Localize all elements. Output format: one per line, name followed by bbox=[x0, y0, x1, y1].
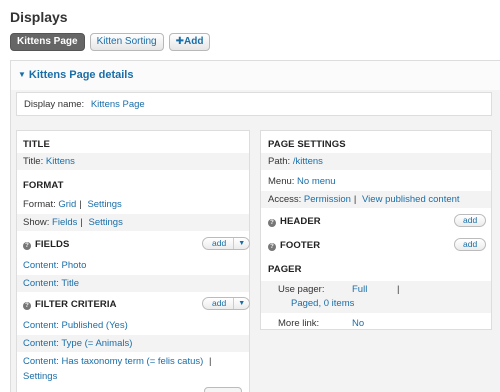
field-photo-link[interactable]: Content: Photo bbox=[23, 260, 86, 271]
page-settings-heading: PAGE SETTINGS bbox=[268, 139, 346, 150]
title-row: Title: Kittens bbox=[17, 153, 249, 170]
filter-published-link[interactable]: Content: Published (Yes) bbox=[23, 320, 128, 331]
add-display-button[interactable]: ✚Add bbox=[168, 33, 211, 51]
filter-taxonomy-link[interactable]: Content: Has taxonomy term (= felis catu… bbox=[23, 356, 203, 367]
access-published-link[interactable]: View published content bbox=[362, 194, 460, 205]
format-heading: FORMAT bbox=[23, 180, 64, 191]
access-permission-link[interactable]: Permission bbox=[304, 194, 351, 205]
format-grid-link[interactable]: Grid bbox=[58, 199, 76, 210]
show-settings-link[interactable]: Settings bbox=[89, 217, 123, 228]
filter-heading: ? FILTER CRITERIA bbox=[23, 299, 117, 310]
footer-add-button[interactable]: add bbox=[454, 238, 487, 251]
list-item: Content: Published (Yes) bbox=[23, 320, 128, 331]
partial-add-button[interactable] bbox=[204, 387, 242, 392]
chevron-down-icon[interactable]: ▼ bbox=[233, 298, 249, 309]
more-link-value-wrap: No bbox=[352, 318, 364, 329]
format-row: Format: Grid | Settings bbox=[23, 199, 122, 210]
use-pager-label: Use pager: bbox=[278, 284, 325, 295]
fields-heading: ? FIELDS bbox=[23, 239, 69, 250]
menu-label: Menu: bbox=[268, 176, 295, 187]
footer-add-label: add bbox=[463, 239, 478, 249]
show-row: Show: Fields | Settings bbox=[17, 214, 249, 231]
tab-kittens-page[interactable]: Kittens Page bbox=[10, 33, 85, 51]
list-item: Content: Type (= Animals) bbox=[17, 335, 249, 352]
triangle-down-icon: ▼ bbox=[18, 70, 26, 79]
format-label: Format: bbox=[23, 199, 56, 210]
filter-settings-link[interactable]: Settings bbox=[23, 371, 57, 382]
display-name-link[interactable]: Kittens Page bbox=[91, 99, 145, 110]
page-title: Displays bbox=[10, 9, 68, 25]
question-icon[interactable]: ? bbox=[268, 243, 276, 251]
more-link-value[interactable]: No bbox=[352, 318, 364, 329]
tab-kitten-sorting[interactable]: Kitten Sorting bbox=[89, 33, 164, 51]
field-title-link[interactable]: Content: Title bbox=[23, 278, 79, 289]
filter-type-link[interactable]: Content: Type (= Animals) bbox=[23, 338, 132, 349]
details-toggle[interactable]: ▼ Kittens Page details bbox=[18, 69, 133, 81]
access-label: Access: bbox=[268, 194, 302, 205]
format-settings-link[interactable]: Settings bbox=[87, 199, 121, 210]
add-display-label: Add bbox=[184, 36, 204, 47]
header-add-label: add bbox=[463, 215, 478, 225]
fields-add-label: add bbox=[212, 238, 227, 248]
footer-heading-text: FOOTER bbox=[280, 240, 321, 251]
menu-link[interactable]: No menu bbox=[297, 176, 336, 187]
use-pager-row: Use pager: Full | Paged, 0 items bbox=[261, 281, 491, 313]
use-pager-full-link[interactable]: Full bbox=[352, 284, 367, 295]
plus-icon: ✚ bbox=[175, 36, 185, 47]
path-label: Path: bbox=[268, 156, 291, 167]
header-heading-text: HEADER bbox=[280, 216, 321, 227]
pager-heading: PAGER bbox=[268, 264, 302, 275]
list-item: Content: Title bbox=[17, 275, 249, 292]
show-label: Show: bbox=[23, 217, 50, 228]
display-name-row: Display name: Kittens Page bbox=[16, 92, 492, 116]
display-name-label: Display name: bbox=[24, 99, 85, 110]
details-title-text: Kittens Page details bbox=[28, 69, 134, 81]
list-item: Content: Has taxonomy term (= felis catu… bbox=[23, 356, 212, 367]
pager-separator: | bbox=[397, 284, 400, 295]
filter-add-button[interactable]: add ▼ bbox=[202, 297, 251, 310]
chevron-down-icon[interactable]: ▼ bbox=[233, 238, 249, 249]
more-link-row: More link: bbox=[278, 318, 319, 329]
title-label: Title: bbox=[23, 156, 44, 167]
question-icon[interactable]: ? bbox=[23, 302, 31, 310]
path-row: Path: /kittens bbox=[261, 153, 491, 170]
title-heading: TITLE bbox=[23, 139, 50, 150]
fields-heading-text: FIELDS bbox=[35, 239, 70, 250]
more-link-label: More link: bbox=[278, 318, 320, 329]
path-link[interactable]: /kittens bbox=[293, 156, 323, 167]
question-icon[interactable]: ? bbox=[268, 219, 276, 227]
use-pager-paged-link[interactable]: Paged, 0 items bbox=[291, 298, 354, 309]
title-link[interactable]: Kittens bbox=[46, 156, 75, 167]
filter-add-label: add bbox=[212, 298, 227, 308]
menu-row: Menu: No menu bbox=[268, 176, 336, 187]
question-icon[interactable]: ? bbox=[23, 242, 31, 250]
display-tabs: Kittens Page Kitten Sorting ✚Add bbox=[10, 33, 211, 51]
filter-heading-text: FILTER CRITERIA bbox=[35, 299, 117, 310]
footer-heading: ? FOOTER bbox=[268, 240, 320, 251]
header-add-button[interactable]: add bbox=[454, 214, 487, 227]
list-item: Content: Photo bbox=[23, 260, 86, 271]
access-row: Access: Permission | View published conte… bbox=[261, 191, 491, 208]
show-fields-link[interactable]: Fields bbox=[52, 217, 77, 228]
filter-settings-row: Settings bbox=[23, 371, 57, 382]
fields-add-button[interactable]: add ▼ bbox=[202, 237, 251, 250]
header-heading: ? HEADER bbox=[268, 216, 321, 227]
